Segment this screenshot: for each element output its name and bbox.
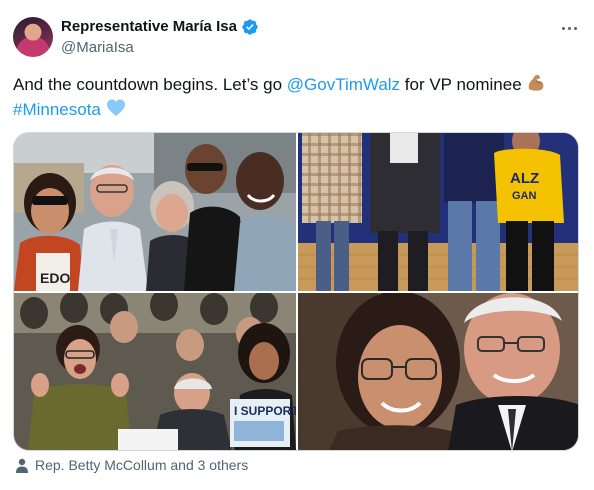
photo-4[interactable] xyxy=(298,293,578,450)
hashtag-link[interactable]: #Minnesota xyxy=(13,100,101,119)
photo-1[interactable]: EDO xyxy=(14,133,296,291)
author-handle[interactable]: @MariaIsa xyxy=(61,38,134,58)
flexed-biceps-emoji xyxy=(529,75,544,91)
verified-badge-icon xyxy=(242,19,258,35)
tweet-text-part1: And the countdown begins. Let’s go xyxy=(13,75,287,94)
tagged-people[interactable]: Rep. Betty McCollum and 3 others xyxy=(15,455,248,475)
photo-1-sign-text: EDO xyxy=(40,270,70,286)
more-options-icon[interactable] xyxy=(557,18,581,38)
mention-link[interactable]: @GovTimWalz xyxy=(287,75,400,94)
photo-2-shirt-text-2: GAN xyxy=(512,190,537,202)
photo-3-sign-text: I SUPPORT xyxy=(234,404,296,418)
light-blue-heart-emoji xyxy=(106,99,125,116)
media-grid: EDO ALZ GAN I SUPPORT xyxy=(13,132,579,451)
tweet-text: And the countdown begins. Let’s go @GovT… xyxy=(13,72,583,122)
tagged-people-text: Rep. Betty McCollum and 3 others xyxy=(35,457,249,473)
photo-2-shirt-text: ALZ xyxy=(510,170,539,187)
photo-2[interactable]: ALZ GAN xyxy=(298,133,578,291)
tweet-text-part2: for VP nominee xyxy=(400,75,527,94)
person-icon xyxy=(16,458,28,473)
tweet: Representative María Isa @MariaIsa And t… xyxy=(0,0,594,490)
photo-3[interactable]: I SUPPORT xyxy=(14,293,296,450)
author-display-name[interactable]: Representative María Isa xyxy=(61,17,237,37)
author-avatar[interactable] xyxy=(13,17,53,57)
author-name-row: Representative María Isa xyxy=(61,17,259,37)
